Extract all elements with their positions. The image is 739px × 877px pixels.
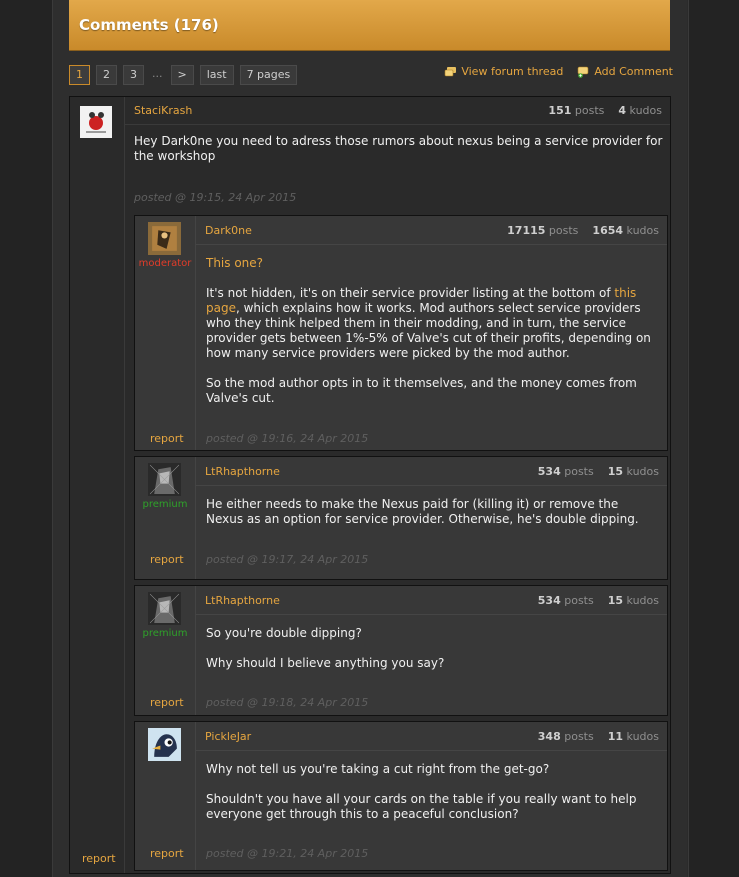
reply-author-column: moderator report [135,216,196,450]
kudos-label: kudos [626,465,659,478]
paragraph-part: It's not hidden, it's on their service p… [206,286,615,300]
kudos-label: kudos [626,224,659,237]
paragraph-part: , which explains how it works. Mod autho… [206,301,651,360]
view-forum-thread-link[interactable]: View forum thread [444,65,563,78]
reply-paragraph: Why not tell us you're taking a cut righ… [206,762,550,776]
moderator-badge: moderator [138,258,192,269]
forum-thread-icon [445,66,457,76]
comment-timestamp: posted @ 19:15, 24 Apr 2015 [134,191,297,204]
reply-paragraph: So the mod author opts in to it themselv… [206,376,637,405]
user-stats: 348 posts 11 kudos [538,730,659,743]
avatar[interactable] [80,106,112,138]
page-3-button[interactable]: 3 [123,65,144,85]
report-link[interactable]: report [150,696,184,709]
posts-label: posts [564,730,594,743]
avatar[interactable] [148,463,181,496]
posts-count: 348 [537,730,561,743]
reply-header: LtRhapthorne 534 posts 15 kudos [196,586,667,615]
reply-author-column: premium report [135,586,196,715]
reply-paragraph: It's not hidden, it's on their service p… [206,286,656,361]
username-link[interactable]: StaciKrash [134,104,192,117]
report-link[interactable]: report [82,852,116,865]
page-ellipsis: ... [152,67,163,80]
reply-author-column: report [135,722,196,870]
left-gutter [0,0,53,877]
page-1-button[interactable]: 1 [69,65,90,85]
thread-links: View forum thread Add Comment [444,65,673,78]
reply-ltrhapthorne-1: premium report LtRhapthorne 534 posts 15… [134,456,668,580]
reply-paragraph: Shouldn't you have all your cards on the… [206,792,637,821]
premium-badge: premium [142,499,188,510]
reply-header: LtRhapthorne 534 posts 15 kudos [196,457,667,486]
add-comment-link[interactable]: Add Comment [577,65,673,78]
kudos-count: 15 [607,594,624,607]
posts-label: posts [548,224,579,237]
reply-author-column: premium report [135,457,196,579]
reply-header: Dark0ne 17115 posts 1654 kudos [196,216,667,245]
pagination: 1 2 3 ... > last 7 pages [69,65,298,85]
avatar[interactable] [148,728,181,761]
kudos-count: 15 [607,465,624,478]
username-link[interactable]: LtRhapthorne [205,465,280,478]
add-comment-icon [578,66,589,78]
comment-body: Hey Dark0ne you need to adress those rum… [134,134,663,163]
reply-timestamp: posted @ 19:16, 24 Apr 2015 [206,432,369,445]
last-page-button[interactable]: last [199,65,234,85]
reply-paragraph: So you're double dipping? [206,626,362,640]
report-link[interactable]: report [150,553,184,566]
add-comment-label: Add Comment [594,65,673,78]
kudos-label: kudos [629,104,662,117]
next-page-button[interactable]: > [170,65,194,85]
comments-title: Comments (176) [79,16,219,34]
posts-count: 534 [537,594,561,607]
reply-ltrhapthorne-2: premium report LtRhapthorne 534 posts 15… [134,585,668,716]
posts-label: posts [574,104,605,117]
reply-paragraph: Why should I believe anything you say? [206,656,445,670]
posts-count: 151 [548,104,572,117]
reply-dark0ne: moderator report Dark0ne 17115 posts 165… [134,215,668,451]
user-stats: 534 posts 15 kudos [538,465,659,478]
comment-author-column: report [70,97,125,873]
username-link[interactable]: PickleJar [205,730,251,743]
username-link[interactable]: Dark0ne [205,224,252,237]
avatar[interactable] [148,592,181,625]
username-link[interactable]: LtRhapthorne [205,594,280,607]
user-stats: 534 posts 15 kudos [538,594,659,607]
right-gutter [688,0,739,877]
kudos-count: 1654 [592,224,624,237]
premium-badge: premium [142,628,188,639]
reply-picklejar: report PickleJar 348 posts 11 kudos Why … [134,721,668,871]
reply-timestamp: posted @ 19:21, 24 Apr 2015 [206,847,369,860]
posts-label: posts [564,594,594,607]
user-stats: 151 posts 4 kudos [548,104,662,117]
comments-header: Comments (176) [69,0,670,51]
report-link[interactable]: report [150,847,184,860]
comment-header: StaciKrash 151 posts 4 kudos [125,97,670,125]
avatar[interactable] [148,222,181,255]
reply-timestamp: posted @ 19:18, 24 Apr 2015 [206,696,369,709]
user-stats: 17115 posts 1654 kudos [507,224,659,237]
posts-count: 534 [537,465,561,478]
kudos-count: 11 [607,730,624,743]
reply-paragraph: He either needs to make the Nexus paid f… [206,497,639,526]
posts-count: 17115 [507,224,546,237]
total-pages-label: 7 pages [239,65,298,85]
report-link[interactable]: report [150,432,184,445]
kudos-label: kudos [626,594,659,607]
view-forum-thread-label: View forum thread [461,65,564,78]
reply-header: PickleJar 348 posts 11 kudos [196,722,667,751]
page-2-button[interactable]: 2 [96,65,117,85]
reply-timestamp: posted @ 19:17, 24 Apr 2015 [206,553,369,566]
quote-text: This one? [206,256,264,270]
kudos-count: 4 [618,104,627,117]
posts-label: posts [564,465,594,478]
kudos-label: kudos [626,730,659,743]
